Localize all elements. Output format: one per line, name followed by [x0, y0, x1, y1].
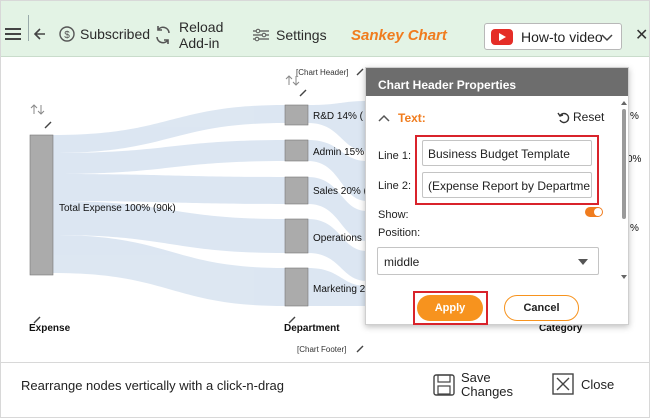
node-sales — [284, 176, 309, 205]
save-changes-button[interactable]: Save Changes — [433, 371, 513, 399]
chevron-up-icon[interactable] — [378, 114, 390, 122]
reload-icon — [156, 26, 170, 44]
hamburger-menu-icon[interactable] — [5, 27, 21, 41]
panel-scrollbar[interactable] — [620, 99, 628, 281]
position-selected-value: middle — [384, 255, 420, 269]
dollar-circle-icon: $ — [59, 26, 75, 42]
position-label: Position: — [378, 227, 421, 239]
save-icon — [433, 374, 455, 396]
svg-text:$: $ — [64, 30, 70, 41]
reload-label-line1: Reload — [179, 19, 224, 35]
axis-label-expense: Expense — [29, 323, 71, 334]
node-label-rd: R&D 14% ( — [313, 111, 364, 122]
footer-bar: Rearrange nodes vertically with a click-… — [1, 362, 649, 417]
reload-addin-button[interactable]: Reload Add-in — [153, 19, 223, 51]
reset-button[interactable]: Reset — [557, 110, 604, 124]
toolbar: $ Subscribed Reload Add-in Settings Sank… — [1, 1, 649, 57]
sliders-icon — [253, 28, 269, 42]
subscribed-button[interactable]: $ Subscribed — [59, 26, 150, 42]
chart-footer-placeholder[interactable]: [Chart Footer] — [297, 345, 346, 354]
node-label-operations: Operations — [313, 233, 362, 244]
sankey-addin-window: $ Subscribed Reload Add-in Settings Sank… — [0, 0, 650, 418]
show-label: Show: — [378, 209, 409, 221]
youtube-icon — [491, 28, 513, 45]
cancel-button[interactable]: Cancel — [504, 295, 579, 321]
save-label-line1: Save — [461, 370, 491, 385]
chart-header-placeholder[interactable]: [Chart Header] — [296, 68, 348, 77]
how-to-video-label: How-to video — [521, 28, 603, 45]
show-toggle[interactable] — [585, 207, 603, 217]
caret-down-icon — [578, 259, 588, 265]
node-label-marketing: Marketing 2 — [313, 284, 366, 295]
chevron-down-icon — [601, 34, 613, 42]
clipped-value-3: % — [630, 223, 639, 234]
node-rd — [284, 104, 309, 126]
flow-sales — [53, 174, 285, 204]
close-button[interactable]: Close — [552, 373, 614, 395]
node-label-admin: Admin 15% — [313, 147, 365, 158]
clipped-value-1: % — [630, 111, 639, 122]
apply-button[interactable]: Apply — [417, 295, 483, 321]
line-inputs-highlight — [415, 135, 599, 205]
subscribed-label: Subscribed — [80, 26, 151, 42]
back-arrow-icon[interactable] — [32, 27, 46, 41]
axis-label-department: Department — [284, 323, 340, 334]
node-label-sales: Sales 20% ( — [313, 186, 367, 197]
node-total-expense — [29, 134, 54, 276]
settings-label: Settings — [276, 27, 327, 43]
node-admin — [284, 139, 309, 162]
undo-icon — [557, 112, 570, 123]
reset-label: Reset — [573, 110, 605, 124]
line1-label: Line 1: — [378, 150, 412, 162]
node-marketing — [284, 267, 309, 307]
toolbar-divider — [28, 15, 29, 41]
line2-label: Line 2: — [378, 180, 412, 192]
how-to-video-dropdown[interactable]: How-to video — [484, 23, 622, 50]
save-label-line2: Changes — [461, 384, 514, 399]
brand-title: Sankey Chart — [351, 27, 447, 44]
settings-button[interactable]: Settings — [252, 27, 327, 43]
close-icon[interactable]: ✕ — [635, 25, 648, 45]
node-operations — [284, 218, 309, 254]
section-text-label: Text: — [398, 111, 426, 125]
panel-title: Chart Header Properties — [366, 68, 628, 96]
close-label: Close — [581, 376, 615, 392]
position-select[interactable]: middle — [377, 247, 599, 275]
node-label-total-expense: Total Expense 100% (90k) — [59, 203, 176, 214]
reload-label-line2: Add-in — [179, 35, 220, 51]
drag-hint: Rearrange nodes vertically with a click-… — [21, 378, 285, 393]
close-box-icon — [552, 373, 574, 395]
